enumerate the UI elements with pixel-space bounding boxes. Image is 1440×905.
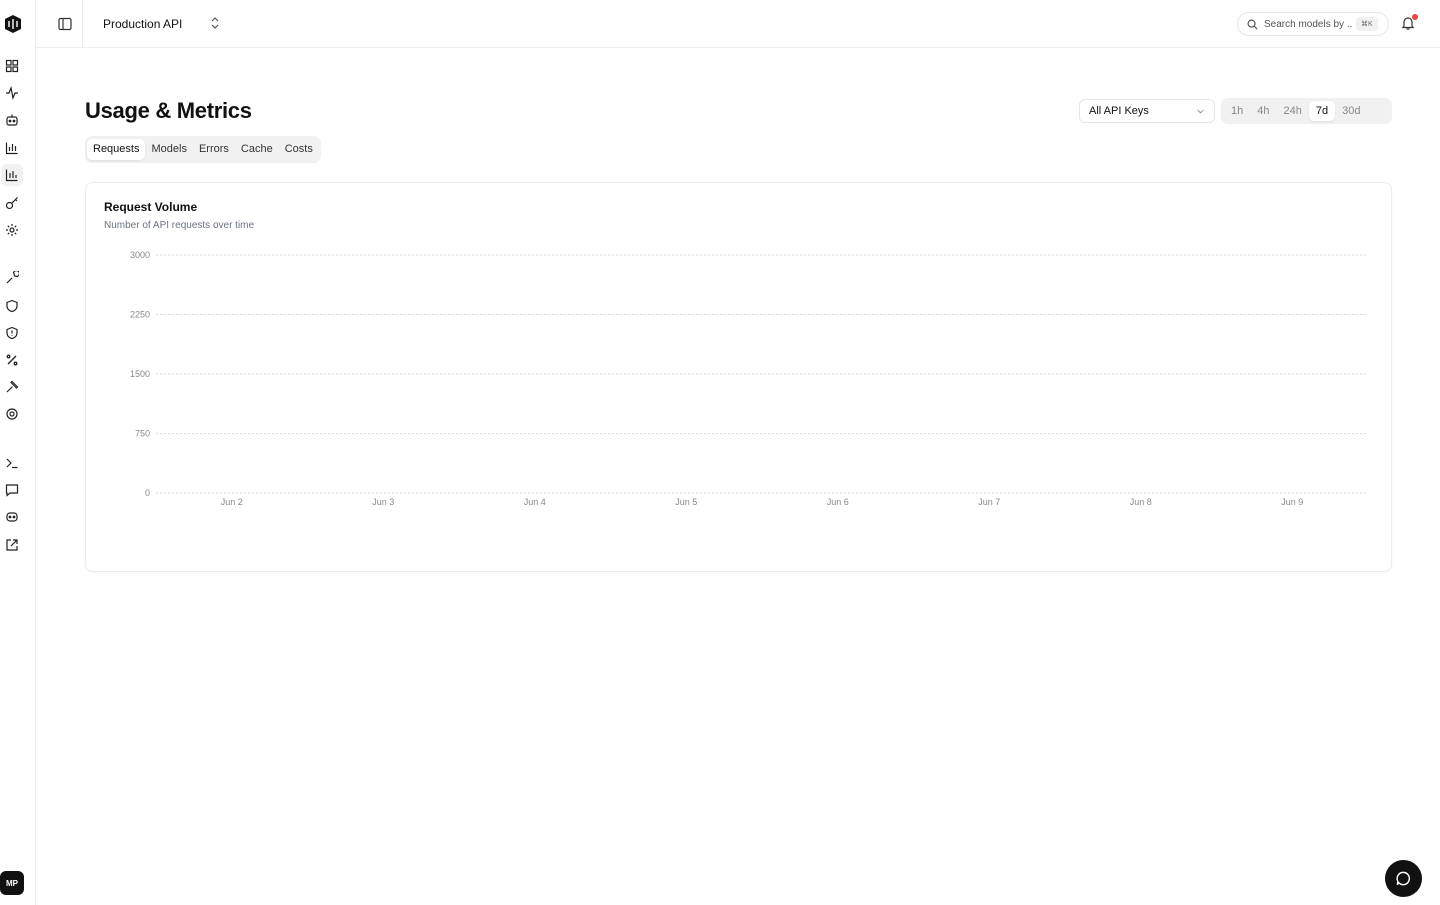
y-tick-label: 3000 [130, 250, 150, 260]
time-range-selector: 1h 4h 24h 7d 30d [1221, 98, 1392, 124]
logo-icon[interactable] [3, 14, 23, 34]
search-shortcut-badge: ⌘K [1356, 17, 1378, 31]
tab-errors[interactable]: Errors [193, 139, 235, 160]
project-selector-label[interactable]: Production API [103, 17, 182, 31]
percent-icon[interactable] [3, 351, 21, 369]
key-icon[interactable] [3, 194, 21, 212]
analytics-icon[interactable] [1, 164, 23, 186]
x-tick-label: Jun 2 [221, 497, 243, 507]
range-1h-button[interactable]: 1h [1224, 101, 1250, 121]
y-tick-label: 0 [145, 488, 150, 498]
tab-cache[interactable]: Cache [235, 139, 279, 160]
chevron-down-icon [1197, 109, 1204, 114]
message-icon[interactable] [3, 481, 21, 499]
tab-requests[interactable]: Requests [87, 139, 146, 160]
sidebar: MP [0, 0, 36, 905]
terminal-icon[interactable] [3, 454, 21, 472]
x-tick-label: Jun 7 [978, 497, 1000, 507]
tab-models[interactable]: Models [145, 139, 192, 160]
sidebar-toggle-icon[interactable] [56, 15, 74, 33]
range-7d-button[interactable]: 7d [1308, 101, 1336, 121]
wrench-icon[interactable] [3, 269, 21, 287]
external-link-icon[interactable] [3, 536, 21, 554]
search-box[interactable]: ⌘K [1237, 12, 1389, 36]
search-input[interactable] [1264, 18, 1352, 30]
x-tick-label: Jun 6 [827, 497, 849, 507]
notification-dot [1412, 14, 1418, 20]
bar-chart-icon[interactable] [3, 139, 21, 157]
x-tick-label: Jun 8 [1130, 497, 1152, 507]
shield-alert-icon[interactable] [3, 324, 21, 342]
request-volume-card: Request Volume Number of API requests ov… [85, 182, 1392, 572]
bot-icon[interactable] [3, 111, 21, 129]
shield-icon[interactable] [3, 297, 21, 315]
request-volume-chart: 0 750 1500 2250 3000 Jun 2 Jun 3 Jun 4 Jun 5 Jun … [130, 250, 1368, 507]
metrics-tabs: Requests Models Errors Cache Costs [85, 136, 321, 163]
page-title: Usage & Metrics [85, 98, 252, 123]
x-tick-label: Jun 5 [675, 497, 697, 507]
x-tick-label: Jun 4 [524, 497, 546, 507]
x-tick-label: Jun 9 [1281, 497, 1303, 507]
y-tick-label: 2250 [130, 310, 150, 320]
y-tick-label: 750 [135, 429, 150, 439]
x-tick-label: Jun 3 [372, 497, 394, 507]
chevron-up-down-icon[interactable] [209, 16, 221, 30]
range-24h-button[interactable]: 24h [1277, 101, 1309, 121]
chat-button[interactable] [1385, 860, 1422, 897]
range-30d-button[interactable]: 30d [1335, 101, 1367, 121]
top-header: Production API ⌘K [36, 0, 1440, 48]
avatar[interactable]: MP [0, 871, 24, 895]
header-divider [82, 0, 83, 48]
api-key-filter-value: All API Keys [1089, 105, 1149, 117]
gear-icon[interactable] [3, 405, 21, 423]
api-key-filter-select[interactable]: All API Keys [1079, 99, 1215, 123]
search-icon [1247, 19, 1258, 30]
assistant-icon[interactable] [3, 508, 21, 526]
tab-costs[interactable]: Costs [279, 139, 319, 160]
settings-icon[interactable] [3, 221, 21, 239]
hammer-icon[interactable] [3, 378, 21, 396]
dashboard-icon[interactable] [3, 57, 21, 75]
y-tick-label: 1500 [130, 369, 150, 379]
range-4h-button[interactable]: 4h [1250, 101, 1276, 121]
activity-icon[interactable] [3, 84, 21, 102]
chat-icon [1396, 871, 1411, 886]
